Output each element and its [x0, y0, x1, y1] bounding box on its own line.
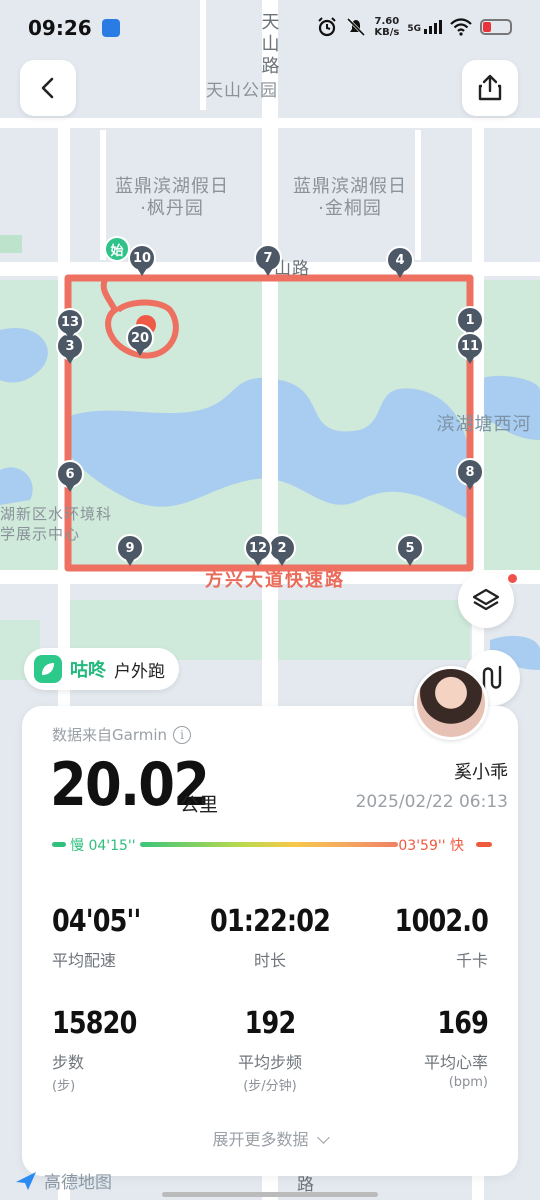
stat-duration: 01:22:02 时长	[209, 904, 331, 970]
wifi-icon	[450, 18, 472, 36]
mute-bell-icon	[347, 17, 366, 37]
avatar[interactable]	[414, 666, 488, 740]
km-marker-20[interactable]: 20	[126, 324, 154, 358]
km-marker-8[interactable]: 8	[456, 458, 484, 492]
net-speed: 7.60 KB/s	[374, 16, 400, 38]
user-name: 奚小乖	[454, 762, 508, 783]
km-marker-6[interactable]: 6	[56, 460, 84, 494]
status-icons: 7.60 KB/s 5G	[316, 16, 512, 38]
chevron-down-icon	[316, 1131, 330, 1144]
data-source: 数据来自Garmin i	[52, 724, 192, 745]
expand-more-button[interactable]: 展开更多数据	[0, 1126, 540, 1150]
notification-app-icon	[101, 19, 120, 37]
km-marker-2[interactable]: 2	[268, 534, 296, 568]
km-marker-12[interactable]: 12	[244, 534, 272, 568]
stat-calories: 1002.0 千卡	[394, 904, 489, 970]
activity-type: 户外跑	[114, 661, 165, 682]
layers-icon	[472, 588, 500, 611]
road-label-expressway: 方兴大道快速路	[205, 570, 345, 591]
home-indicator[interactable]	[162, 1192, 378, 1197]
map-layers-button[interactable]	[458, 572, 514, 628]
share-icon	[478, 74, 502, 101]
map-provider-logo: 高德地图	[14, 1168, 112, 1193]
pace-slow-label: 慢 04'15''	[70, 838, 136, 854]
km-marker-5[interactable]: 5	[396, 534, 424, 568]
poi-label-fengdan: 蓝鼎滨湖假日·枫丹园	[115, 176, 229, 219]
distance-unit: 公里	[180, 794, 219, 816]
amap-arrow-icon	[16, 1171, 36, 1190]
codoon-logo-icon	[34, 655, 62, 683]
app-brand-chip: 咕咚 户外跑	[24, 648, 179, 690]
pace-gradient	[140, 842, 398, 847]
river-label-binhu: 滨湖塘西河	[436, 414, 532, 435]
poi-label-jintong: 蓝鼎滨湖假日·金桐园	[293, 176, 407, 219]
alarm-icon	[318, 17, 337, 37]
fast-color-swatch	[476, 842, 492, 847]
km-marker-11[interactable]: 11	[456, 332, 484, 366]
cell-signal-icon: 5G	[407, 20, 442, 34]
stat-steps: 15820 步数 (步)	[52, 1006, 137, 1094]
activity-datetime: 2025/02/22 06:13	[355, 792, 508, 812]
info-icon[interactable]: i	[173, 725, 192, 744]
status-time: 09:26	[28, 16, 92, 40]
battery-icon	[480, 19, 512, 35]
start-marker[interactable]: 始	[104, 236, 130, 262]
share-button[interactable]	[462, 60, 518, 116]
stat-avg-pace: 04'05'' 平均配速	[52, 904, 141, 970]
km-marker-13[interactable]: 13	[56, 308, 84, 342]
park-label-tianshan: 天山公园	[206, 81, 278, 101]
km-marker-9[interactable]: 9	[116, 534, 144, 568]
stat-cadence: 192 平均步频 (步/分钟)	[237, 1006, 302, 1094]
poi-label-exhibition: 湖新区水环境科学展示中心	[0, 505, 113, 543]
back-button[interactable]	[20, 60, 76, 116]
brand-name: 咕咚	[70, 660, 106, 681]
pace-fast-label: 03'59'' 快	[398, 838, 464, 854]
km-marker-4[interactable]: 4	[386, 246, 414, 280]
new-indicator-dot	[508, 574, 517, 583]
chevron-left-icon	[41, 77, 54, 99]
km-marker-10[interactable]: 10	[128, 244, 156, 278]
pace-legend: 慢 04'15'' 03'59'' 快	[52, 836, 492, 854]
slow-color-swatch	[52, 842, 66, 847]
stat-heart-rate: 169 平均心率 (bpm)	[423, 1006, 489, 1090]
km-marker-7[interactable]: 7	[254, 244, 282, 278]
